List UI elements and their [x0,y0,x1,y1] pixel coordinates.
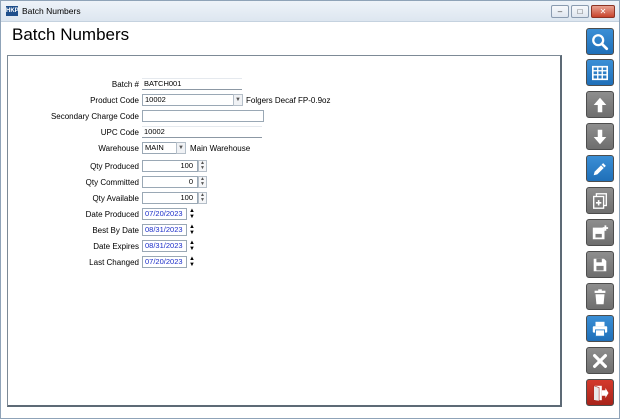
qty-committed-input[interactable]: 0 [142,176,198,188]
product-code-label: Product Code [90,96,139,105]
date-expires-input[interactable]: 08/31/2023 [142,240,187,252]
pencil-icon [593,162,606,175]
spin-down-icon[interactable]: ▼ [188,246,196,252]
upc-code-label: UPC Code [100,128,139,137]
form-panel: Batch # BATCH001 Product Code 10002 ▼ Fo… [7,55,562,407]
window-title: Batch Numbers [22,6,81,16]
product-code-input[interactable]: 10002 [142,94,234,106]
date-produced-spinner[interactable]: ▲ ▼ [188,208,196,221]
batch-label: Batch # [111,80,139,89]
exit-button[interactable] [586,379,614,406]
next-record-button[interactable] [586,123,614,150]
warehouse-label: Warehouse [98,144,139,153]
search-button[interactable] [586,28,614,55]
product-code-dropdown-button[interactable]: ▼ [233,94,243,106]
save-icon [593,258,607,271]
close-icon [593,353,607,368]
arrow-down-icon [593,129,607,144]
edit-button[interactable] [586,155,614,182]
spin-down-icon[interactable]: ▼ [199,198,206,203]
spin-down-icon[interactable]: ▼ [199,166,206,171]
qty-available-input[interactable]: 100 [142,192,198,204]
maximize-button[interactable]: □ [571,5,589,18]
minimize-button[interactable]: – [551,5,569,18]
previous-record-button[interactable] [586,91,614,118]
exit-icon [593,384,609,401]
page-title: Batch Numbers [12,25,130,44]
spin-down-icon[interactable]: ▼ [188,262,196,268]
secondary-charge-code-input[interactable] [142,110,264,122]
qty-committed-spinner[interactable]: ▲ ▼ [198,176,207,188]
qty-produced-label: Qty Produced [90,162,139,171]
app-logo-icon: ΗΚP [6,6,19,16]
copy-icon [593,192,607,209]
best-by-date-label: Best By Date [92,226,139,235]
search-icon [592,33,609,50]
save-button[interactable] [586,251,614,278]
arrow-up-icon [593,97,607,112]
last-changed-label: Last Changed [89,258,139,267]
grid-icon [591,65,609,80]
product-description: Folgers Decaf FP-0.9oz [246,96,331,105]
best-by-date-spinner[interactable]: ▲ ▼ [188,224,196,237]
save-new-icon [592,224,609,239]
cancel-button[interactable] [586,347,614,374]
warehouse-dropdown-button[interactable]: ▼ [176,142,186,154]
title-bar[interactable]: ΗΚP Batch Numbers – □ ✕ [1,1,619,22]
qty-produced-input[interactable]: 100 [142,160,198,172]
copy-button[interactable] [586,187,614,214]
qty-available-spinner[interactable]: ▲ ▼ [198,192,207,204]
qty-produced-spinner[interactable]: ▲ ▼ [198,160,207,172]
date-expires-spinner[interactable]: ▲ ▼ [188,240,196,253]
print-icon [592,321,608,337]
batch-input[interactable]: BATCH001 [142,78,242,90]
delete-button[interactable] [586,283,614,310]
qty-committed-label: Qty Committed [85,178,139,187]
last-changed-spinner[interactable]: ▲ ▼ [188,256,196,269]
date-expires-label: Date Expires [93,242,139,251]
close-window-button[interactable]: ✕ [591,5,615,18]
last-changed-input[interactable]: 07/20/2023 [142,256,187,268]
warehouse-input[interactable]: MAIN [142,142,177,154]
chevron-down-icon: ▼ [235,97,241,103]
warehouse-description: Main Warehouse [190,144,251,153]
secondary-charge-code-label: Secondary Charge Code [50,112,139,121]
window-controls: – □ ✕ [551,5,615,18]
date-produced-label: Date Produced [85,210,139,219]
spin-down-icon[interactable]: ▼ [199,182,206,187]
qty-available-label: Qty Available [92,194,139,203]
trash-icon [594,288,606,304]
upc-code-input[interactable]: 10002 [142,126,262,138]
spin-down-icon[interactable]: ▼ [188,214,196,220]
date-produced-input[interactable]: 07/20/2023 [142,208,187,220]
print-button[interactable] [586,315,614,342]
save-new-button[interactable] [586,219,614,246]
best-by-date-input[interactable]: 08/31/2023 [142,224,187,236]
grid-view-button[interactable] [586,59,614,86]
main-window: ΗΚP Batch Numbers – □ ✕ Batch Numbers Ba… [0,0,620,419]
chevron-down-icon: ▼ [178,145,184,151]
spin-down-icon[interactable]: ▼ [188,230,196,236]
